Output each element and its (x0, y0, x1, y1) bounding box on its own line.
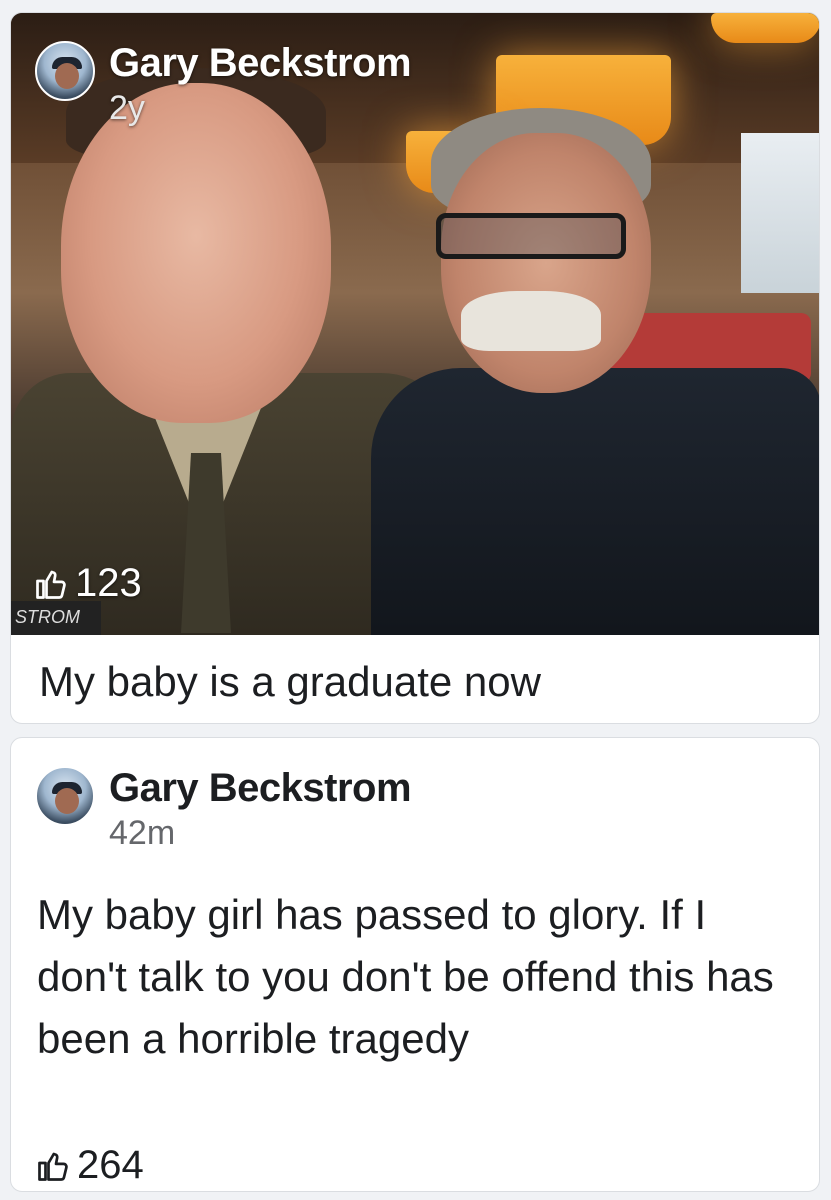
post-text: My baby girl has passed to glory. If I d… (37, 891, 774, 1062)
photo-face (61, 83, 331, 423)
thumbs-up-icon (36, 570, 66, 599)
post-time[interactable]: 2y (109, 89, 145, 128)
post-caption: My baby is a graduate now (39, 658, 541, 705)
like-count-value: 123 (75, 561, 142, 605)
thumbs-up-icon (38, 1152, 68, 1181)
post-card: Gary Beckstrom 42m My baby girl has pass… (10, 737, 820, 1192)
nametag-text: STROM (15, 607, 80, 627)
author-name[interactable]: Gary Beckstrom (109, 766, 412, 811)
photo-mustache (461, 291, 601, 351)
like-count[interactable]: 123 (33, 561, 142, 606)
like-count[interactable]: 264 (35, 1143, 144, 1188)
avatar[interactable] (35, 41, 95, 101)
post-header: Gary Beckstrom 2y (35, 41, 535, 131)
post-time[interactable]: 42m (109, 814, 175, 853)
like-count-value: 264 (77, 1143, 144, 1187)
photo-shirt (371, 368, 819, 635)
photo-glasses (436, 213, 626, 259)
avatar-face (55, 788, 79, 814)
post-header: Gary Beckstrom 42m (35, 766, 535, 856)
author-name[interactable]: Gary Beckstrom (109, 41, 412, 86)
photo-window (741, 133, 819, 293)
avatar[interactable] (35, 766, 95, 826)
post-card: STROM Gary Beckstrom 2y 123 My baby is a… (10, 12, 820, 724)
photo-lamp (711, 13, 819, 43)
photo-nametag: STROM (11, 601, 101, 635)
avatar-face (55, 63, 79, 89)
photo-face (441, 133, 651, 393)
